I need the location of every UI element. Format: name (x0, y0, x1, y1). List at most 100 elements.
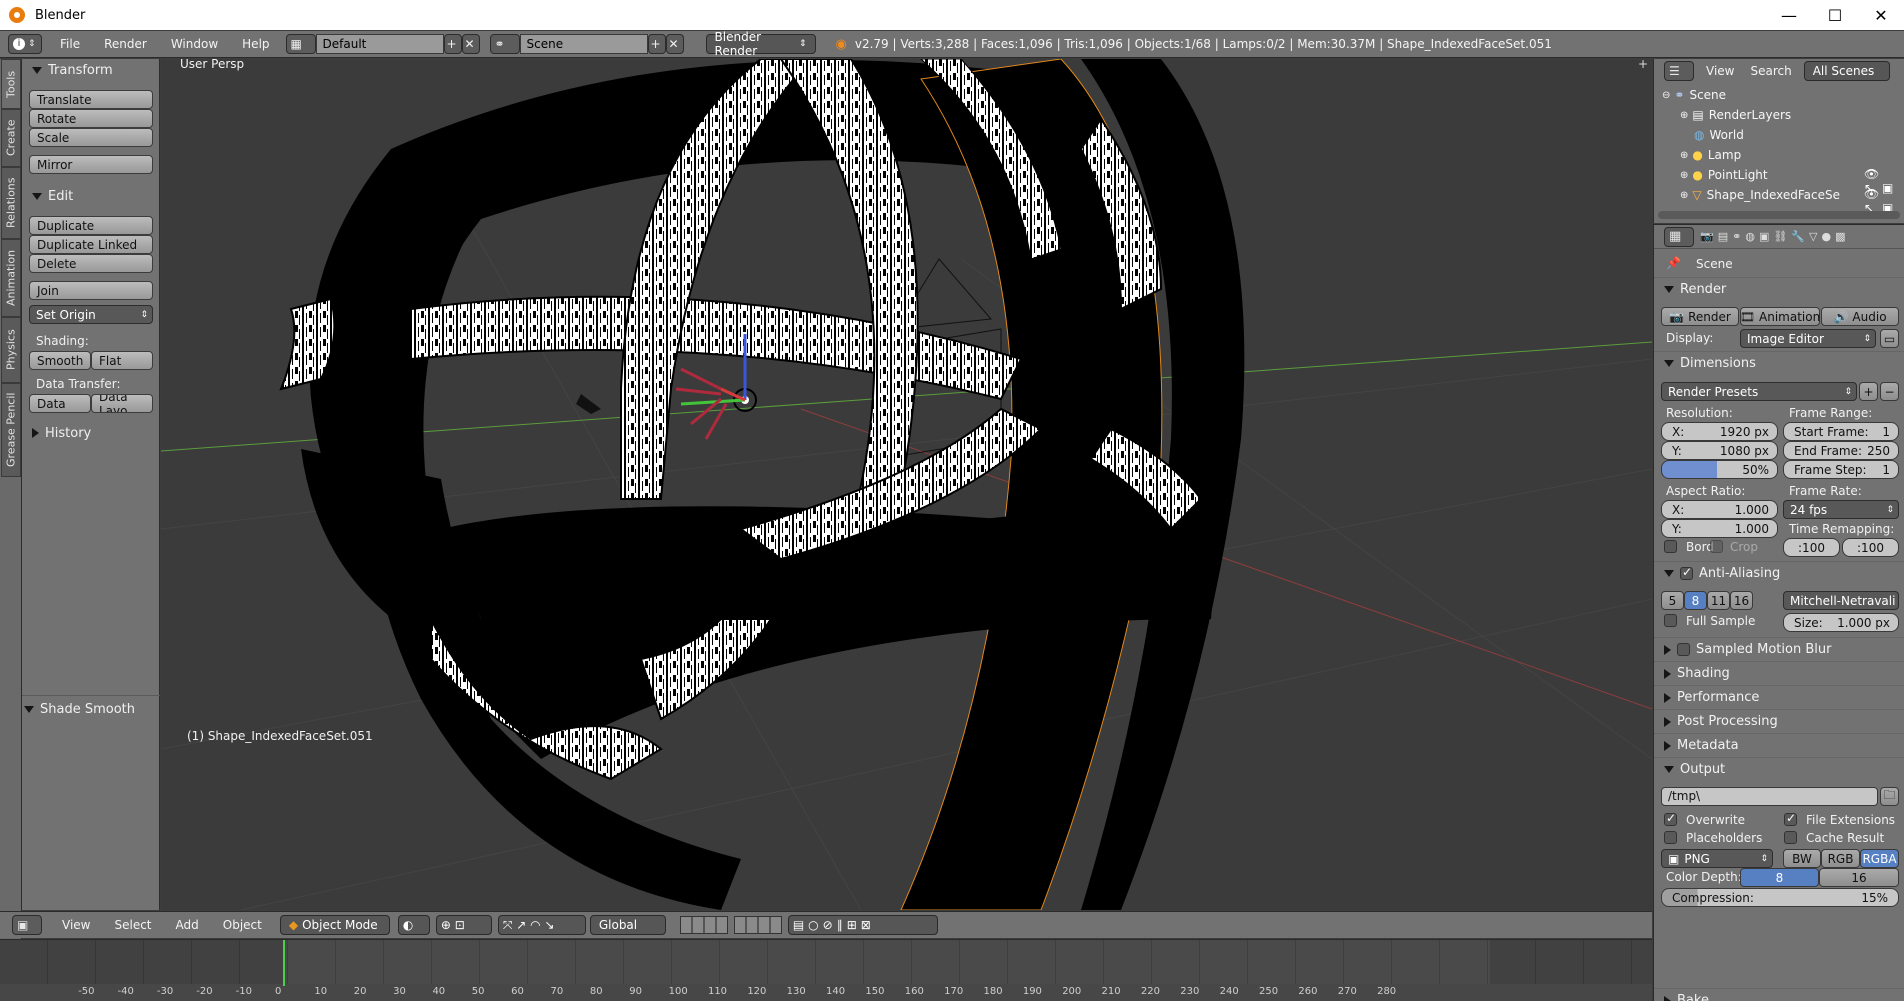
layers-tab-icon[interactable]: ▤ (1718, 230, 1728, 243)
layers-grid-1[interactable] (679, 916, 728, 934)
motion-blur-checkbox[interactable] (1677, 643, 1690, 656)
maximize-button[interactable]: ☐ (1812, 0, 1858, 30)
menu-select[interactable]: Select (102, 918, 163, 932)
menu-add[interactable]: Add (164, 918, 211, 932)
remove-layout-icon[interactable]: ✕ (461, 34, 480, 54)
add-scene-icon[interactable]: + (647, 34, 666, 54)
metadata-panel-header[interactable]: Metadata (1654, 733, 1904, 757)
bake-panel-header[interactable]: Bake (1654, 988, 1904, 1001)
tab-tools[interactable]: Tools (1, 59, 21, 109)
context-tabs[interactable]: 📷 ▤ ⚭ ◍ ▣ ⛓ 🔧 ▽ ● ▩ (1700, 230, 1846, 243)
antialiasing-panel-header[interactable]: Anti-Aliasing (1654, 561, 1904, 585)
shading-panel-header[interactable]: Shading (1654, 661, 1904, 685)
properties-toggle-icon[interactable]: + (1638, 59, 1648, 71)
animation-button[interactable]: 🎞 Animation (1740, 307, 1820, 326)
remove-preset-icon[interactable]: − (1880, 382, 1899, 401)
motion-blur-panel-header[interactable]: Sampled Motion Blur (1654, 637, 1904, 661)
aa-samples-8[interactable]: 8 (1684, 591, 1707, 610)
audio-button[interactable]: 🔊 Audio (1821, 307, 1899, 326)
tab-animation[interactable]: Animation (1, 239, 21, 317)
object-tab-icon[interactable]: ▣ (1759, 230, 1769, 243)
output-path-field[interactable]: /tmp\ (1661, 787, 1878, 806)
rotate-button[interactable]: Rotate (29, 109, 153, 128)
menu-object[interactable]: Object (211, 918, 274, 932)
editor-type-button[interactable]: i ⇕ (8, 34, 42, 54)
data-tab-icon[interactable]: ▽ (1809, 230, 1817, 243)
depth-16-button[interactable]: 16 (1819, 868, 1899, 887)
compression-slider[interactable]: Compression: 15% (1661, 888, 1899, 907)
aa-size-field[interactable]: Size: 1.000 px (1783, 613, 1899, 632)
menu-file[interactable]: File (48, 37, 92, 51)
scale-button[interactable]: Scale (29, 128, 153, 147)
history-panel-header[interactable]: History (22, 422, 160, 444)
performance-panel-header[interactable]: Performance (1654, 685, 1904, 709)
add-layout-icon[interactable]: + (443, 34, 462, 54)
data-transfer-button[interactable]: Data (29, 394, 91, 413)
file-format-select[interactable]: ▣ PNG ⇕ (1661, 849, 1773, 868)
modifiers-tab-icon[interactable]: 🔧 (1791, 230, 1805, 243)
rgb-button[interactable]: RGB (1821, 849, 1860, 868)
orientation-select[interactable]: Global (589, 915, 666, 935)
resolution-x-field[interactable]: X: 1920 px (1661, 422, 1778, 441)
mode-select[interactable]: ◆ Object Mode (279, 915, 390, 935)
transform-panel-header[interactable]: Transform (22, 59, 160, 81)
border-checkbox[interactable] (1664, 540, 1677, 553)
remap-new-field[interactable]: :100 (1842, 538, 1899, 557)
full-sample-checkbox[interactable] (1664, 614, 1677, 627)
depth-8-button[interactable]: 8 (1740, 868, 1819, 887)
resolution-y-field[interactable]: Y: 1080 px (1661, 441, 1778, 460)
tab-grease-pencil[interactable]: Grease Pencil (1, 383, 21, 477)
shading-select[interactable]: ◐ (397, 915, 430, 935)
outliner-item-world[interactable]: ◍ World (1694, 125, 1744, 145)
display-filter-select[interactable]: All Scenes (1803, 61, 1890, 81)
folder-icon[interactable]: 🗀 (1880, 787, 1899, 806)
antialiasing-checkbox[interactable] (1680, 565, 1693, 580)
aa-filter-select[interactable]: Mitchell-Netravali (1783, 591, 1899, 610)
manipulator-buttons[interactable]: ⤧ ↗ ◠ ↘ (497, 915, 586, 935)
aa-samples-16[interactable]: 16 (1730, 591, 1753, 610)
render-tab-icon[interactable]: 📷 (1700, 230, 1714, 243)
tab-create[interactable]: Create (1, 109, 21, 167)
data-layout-button[interactable]: Data Layo (91, 394, 153, 413)
end-frame-field[interactable]: End Frame: 250 (1783, 441, 1899, 460)
mirror-button[interactable]: Mirror (29, 155, 153, 174)
menu-render[interactable]: Render (92, 37, 159, 51)
close-button[interactable]: ✕ (1858, 0, 1904, 30)
smooth-button[interactable]: Smooth (29, 351, 91, 370)
current-frame-indicator[interactable] (283, 940, 285, 986)
frame-step-field[interactable]: Frame Step: 1 (1783, 460, 1899, 479)
world-tab-icon[interactable]: ◍ (1745, 230, 1755, 243)
render-presets-select[interactable]: Render Presets ⇕ (1661, 382, 1857, 401)
editor-type-button[interactable]: ☰ (1664, 61, 1694, 81)
resolution-percentage-slider[interactable]: 50% (1661, 460, 1778, 479)
minimize-button[interactable]: — (1766, 0, 1812, 30)
aa-samples-11[interactable]: 11 (1707, 591, 1730, 610)
outliner-item-shape[interactable]: ⊕ ▽ Shape_IndexedFaceSet (1680, 185, 1840, 205)
overwrite-checkbox[interactable] (1664, 811, 1677, 826)
viewport-canvas[interactable] (161, 59, 1652, 910)
snapping-tools[interactable]: ▤○⊘∥⊞⊠ (787, 915, 938, 935)
scene-tab-icon[interactable]: ⚭ (1732, 230, 1741, 243)
pin-icon[interactable]: 📌 (1666, 256, 1681, 270)
point-light-object[interactable] (576, 394, 601, 414)
duplicate-linked-button[interactable]: Duplicate Linked (29, 235, 153, 254)
remap-old-field[interactable]: :100 (1783, 538, 1840, 557)
outliner-item-pointlight[interactable]: ⊕ ● PointLight (1680, 165, 1768, 185)
editor-type-button[interactable]: ▦ (1664, 226, 1694, 247)
texture-tab-icon[interactable]: ▩ (1835, 230, 1845, 243)
duplicate-button[interactable]: Duplicate (29, 216, 153, 235)
start-frame-field[interactable]: Start Frame: 1 (1783, 422, 1899, 441)
scene-icon[interactable]: ⚭ (489, 34, 520, 54)
scene-field[interactable]: Scene (519, 34, 648, 54)
flat-button[interactable]: Flat (91, 351, 153, 370)
render-panel-header[interactable]: Render (1654, 277, 1904, 301)
set-origin-select[interactable]: Set Origin ⇕ (29, 305, 153, 324)
display-toggle-icon[interactable]: ▭ (1880, 329, 1899, 348)
crop-checkbox[interactable] (1710, 540, 1723, 553)
edit-panel-header[interactable]: Edit (22, 185, 160, 207)
menu-window[interactable]: Window (159, 37, 230, 51)
menu-search[interactable]: Search (1746, 64, 1795, 78)
post-processing-panel-header[interactable]: Post Processing (1654, 709, 1904, 733)
outliner-scrollbar[interactable] (1658, 211, 1900, 219)
render-button[interactable]: 📷 Render (1661, 307, 1739, 326)
